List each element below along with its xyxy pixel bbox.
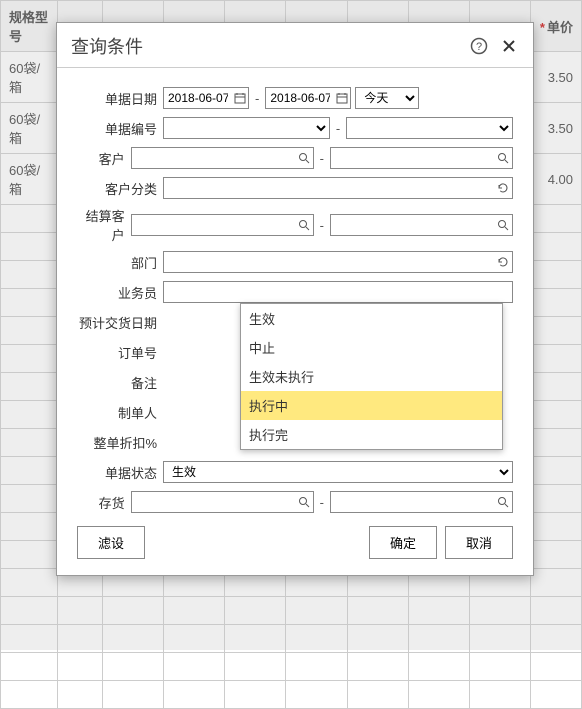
status-dropdown[interactable]: 生效中止生效未执行执行中执行完 xyxy=(240,303,503,450)
doc-no-to[interactable] xyxy=(346,117,513,139)
dropdown-option[interactable]: 中止 xyxy=(241,333,502,362)
salesman-input[interactable] xyxy=(163,281,513,303)
label-inventory: 存货 xyxy=(77,493,131,512)
date-preset-select[interactable]: 今天 xyxy=(355,87,419,109)
label-dept: 部门 xyxy=(77,253,163,272)
search-icon[interactable] xyxy=(295,219,313,231)
label-expect-date: 预计交货日期 xyxy=(77,313,163,332)
dropdown-option[interactable]: 生效未执行 xyxy=(241,362,502,391)
label-remark: 备注 xyxy=(77,373,163,392)
inventory-from[interactable] xyxy=(131,491,314,513)
dept-input[interactable] xyxy=(163,251,513,273)
separator: - xyxy=(253,91,261,106)
label-maker: 制单人 xyxy=(77,403,163,422)
search-icon[interactable] xyxy=(494,152,512,164)
inventory-to[interactable] xyxy=(330,491,513,513)
search-icon[interactable] xyxy=(295,496,313,508)
label-doc-no: 单据编号 xyxy=(77,119,163,138)
refresh-icon[interactable] xyxy=(494,182,512,194)
status-select[interactable]: 生效 xyxy=(163,461,513,483)
help-icon[interactable]: ? xyxy=(469,36,489,56)
label-cust-class: 客户分类 xyxy=(77,179,163,198)
cancel-button[interactable]: 取消 xyxy=(445,526,513,559)
settle-cust-from[interactable] xyxy=(131,214,314,236)
calendar-icon[interactable] xyxy=(232,92,248,104)
label-doc-date: 单据日期 xyxy=(77,89,163,108)
close-icon[interactable] xyxy=(499,36,519,56)
search-icon[interactable] xyxy=(295,152,313,164)
label-settle-cust: 结算客户 xyxy=(77,206,131,244)
customer-to[interactable] xyxy=(330,147,513,169)
svg-text:?: ? xyxy=(476,41,482,53)
customer-from[interactable] xyxy=(131,147,314,169)
date-from-input[interactable] xyxy=(163,87,249,109)
refresh-icon[interactable] xyxy=(494,256,512,268)
query-dialog: 查询条件 ? 单据日期 - 今天 xyxy=(56,22,534,576)
settle-cust-to[interactable] xyxy=(330,214,513,236)
search-icon[interactable] xyxy=(494,219,512,231)
dropdown-option[interactable]: 执行完 xyxy=(241,420,502,449)
dropdown-option[interactable]: 生效 xyxy=(241,304,502,333)
filter-button[interactable]: 滤设 xyxy=(77,526,145,559)
date-to-input[interactable] xyxy=(265,87,351,109)
label-salesman: 业务员 xyxy=(77,283,163,302)
search-icon[interactable] xyxy=(494,496,512,508)
doc-no-from[interactable] xyxy=(163,117,330,139)
ok-button[interactable]: 确定 xyxy=(369,526,437,559)
label-status: 单据状态 xyxy=(77,463,163,482)
dropdown-option[interactable]: 执行中 xyxy=(241,391,502,420)
cust-class-input[interactable] xyxy=(163,177,513,199)
label-discount: 整单折扣% xyxy=(77,433,163,452)
calendar-icon[interactable] xyxy=(334,92,350,104)
label-order-no: 订单号 xyxy=(77,343,163,362)
dialog-title: 查询条件 xyxy=(71,33,459,59)
label-customer: 客户 xyxy=(77,149,131,168)
